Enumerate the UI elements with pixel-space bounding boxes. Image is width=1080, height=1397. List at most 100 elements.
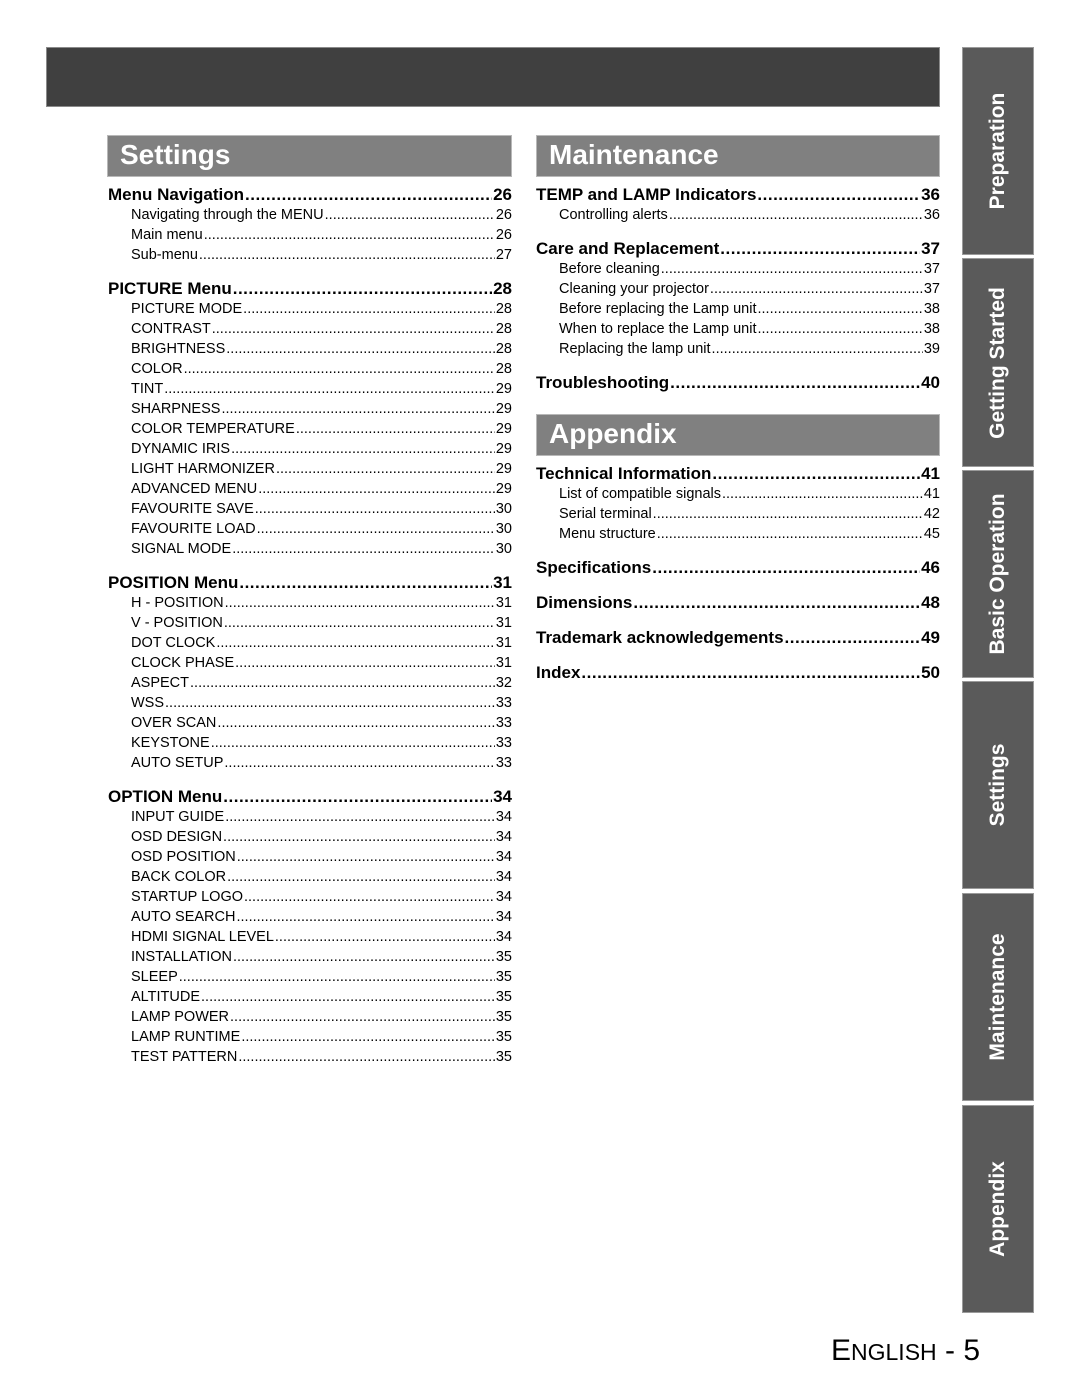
toc-entry-minor[interactable]: V - POSITION 31 bbox=[108, 613, 512, 633]
toc-entry-minor[interactable]: Controlling alerts 36 bbox=[536, 205, 940, 225]
toc-entry-minor[interactable]: INSTALLATION 35 bbox=[108, 947, 512, 967]
dot-leader bbox=[211, 733, 495, 753]
toc-entry-major[interactable]: Index 50 bbox=[536, 663, 940, 683]
side-tab-settings[interactable]: Settings bbox=[962, 681, 1034, 889]
side-tab-basic-operation[interactable]: Basic Operation bbox=[962, 470, 1034, 678]
toc-entry-minor[interactable]: FAVOURITE LOAD 30 bbox=[108, 519, 512, 539]
toc-entry-minor[interactable]: BRIGHTNESS 28 bbox=[108, 339, 512, 359]
toc-entry-minor[interactable]: Replacing the lamp unit 39 bbox=[536, 339, 940, 359]
toc-entry-major[interactable]: PICTURE Menu 28 bbox=[108, 279, 512, 299]
toc-entry-minor[interactable]: H - POSITION 31 bbox=[108, 593, 512, 613]
toc-entry-minor[interactable]: OSD DESIGN 34 bbox=[108, 827, 512, 847]
toc-entry-minor[interactable]: COLOR 28 bbox=[108, 359, 512, 379]
dot-leader bbox=[190, 673, 495, 693]
toc-entry-minor[interactable]: TEST PATTERN 35 bbox=[108, 1047, 512, 1067]
toc-entry-minor[interactable]: DYNAMIC IRIS 29 bbox=[108, 439, 512, 459]
toc-entry-minor[interactable]: DOT CLOCK 31 bbox=[108, 633, 512, 653]
toc-page-number: 28 bbox=[495, 301, 512, 317]
toc-entry-minor[interactable]: COLOR TEMPERATURE 29 bbox=[108, 419, 512, 439]
toc-entry-minor[interactable]: List of compatible signals 41 bbox=[536, 484, 940, 504]
toc-entry-minor[interactable]: ADVANCED MENU 29 bbox=[108, 479, 512, 499]
toc-entry-label: DYNAMIC IRIS bbox=[131, 441, 231, 457]
toc-entry-minor[interactable]: BACK COLOR 34 bbox=[108, 867, 512, 887]
toc-entry-minor[interactable]: Sub-menu 27 bbox=[108, 245, 512, 265]
toc-entry-minor[interactable]: OVER SCAN 33 bbox=[108, 713, 512, 733]
toc-page-number: 35 bbox=[495, 949, 512, 965]
toc-entry-minor[interactable]: CLOCK PHASE 31 bbox=[108, 653, 512, 673]
toc-entry-label: LAMP POWER bbox=[131, 1009, 230, 1025]
toc-page-number: 29 bbox=[495, 401, 512, 417]
toc-entry-label: CONTRAST bbox=[131, 321, 211, 337]
toc-entry-minor[interactable]: STARTUP LOGO 34 bbox=[108, 887, 512, 907]
side-tab-appendix[interactable]: Appendix bbox=[962, 1105, 1034, 1313]
toc-entry-major[interactable]: Troubleshooting 40 bbox=[536, 373, 940, 393]
dot-leader bbox=[179, 967, 495, 987]
toc-entry-major[interactable]: Technical Information 41 bbox=[536, 464, 940, 484]
toc-page-number: 28 bbox=[495, 321, 512, 337]
toc-entry-minor[interactable]: FAVOURITE SAVE 30 bbox=[108, 499, 512, 519]
dot-leader bbox=[233, 947, 495, 967]
toc-entry-title: Troubleshooting bbox=[536, 373, 670, 392]
toc-entry-minor[interactable]: TINT 29 bbox=[108, 379, 512, 399]
dot-leader bbox=[296, 419, 495, 439]
toc-entry-major[interactable]: Dimensions 48 bbox=[536, 593, 940, 613]
toc-entry-major[interactable]: OPTION Menu 34 bbox=[108, 787, 512, 807]
toc-entry-label: STARTUP LOGO bbox=[131, 889, 243, 905]
toc-entry-minor[interactable]: LAMP POWER 35 bbox=[108, 1007, 512, 1027]
dot-leader bbox=[239, 573, 492, 593]
dot-leader bbox=[670, 373, 920, 393]
toc-entry-major[interactable]: Care and Replacement 37 bbox=[536, 239, 940, 259]
dot-leader bbox=[199, 245, 495, 265]
toc-entry-minor[interactable]: Main menu 26 bbox=[108, 225, 512, 245]
toc-entry-major[interactable]: Specifications 46 bbox=[536, 558, 940, 578]
toc-page-number: 35 bbox=[495, 969, 512, 985]
dot-leader bbox=[224, 753, 494, 773]
toc-entry-minor[interactable]: Serial terminal 42 bbox=[536, 504, 940, 524]
toc-entry-minor[interactable]: ALTITUDE 35 bbox=[108, 987, 512, 1007]
toc-entry-major[interactable]: POSITION Menu 31 bbox=[108, 573, 512, 593]
toc-entry-minor[interactable]: Before cleaning 37 bbox=[536, 259, 940, 279]
toc-entry-label: COLOR TEMPERATURE bbox=[131, 421, 295, 437]
toc-entry-minor[interactable]: OSD POSITION 34 bbox=[108, 847, 512, 867]
toc-entry-minor[interactable]: INPUT GUIDE 34 bbox=[108, 807, 512, 827]
toc-entry-minor[interactable]: Menu structure 45 bbox=[536, 524, 940, 544]
toc-entry-minor[interactable]: SLEEP 35 bbox=[108, 967, 512, 987]
toc-page-number: 34 bbox=[495, 869, 512, 885]
toc-entry-major[interactable]: TEMP and LAMP Indicators 36 bbox=[536, 185, 940, 205]
side-tab-maintenance[interactable]: Maintenance bbox=[962, 893, 1034, 1101]
toc-entry-major[interactable]: Menu Navigation 26 bbox=[108, 185, 512, 205]
side-tab-preparation[interactable]: Preparation bbox=[962, 47, 1034, 255]
toc-entry-minor[interactable]: HDMI SIGNAL LEVEL 34 bbox=[108, 927, 512, 947]
toc-entry-minor[interactable]: AUTO SETUP 33 bbox=[108, 753, 512, 773]
toc-entry-minor[interactable]: SIGNAL MODE 30 bbox=[108, 539, 512, 559]
dot-leader bbox=[657, 524, 923, 544]
toc-page-number: 50 bbox=[921, 663, 940, 682]
dot-leader bbox=[233, 279, 492, 299]
toc-entry-minor[interactable]: Navigating through the MENU 26 bbox=[108, 205, 512, 225]
side-tab-getting-started[interactable]: Getting Started bbox=[962, 258, 1034, 467]
toc-entry-minor[interactable]: AUTO SEARCH 34 bbox=[108, 907, 512, 927]
dot-leader bbox=[722, 484, 923, 504]
toc-page-number: 34 bbox=[495, 909, 512, 925]
side-tab-label: Preparation bbox=[986, 92, 1009, 210]
toc-entry-minor[interactable]: CONTRAST 28 bbox=[108, 319, 512, 339]
toc-entry-minor[interactable]: PICTURE MODE 28 bbox=[108, 299, 512, 319]
toc-page-number: 49 bbox=[921, 628, 940, 647]
dot-leader bbox=[669, 205, 923, 225]
toc-entry-minor[interactable]: Before replacing the Lamp unit 38 bbox=[536, 299, 940, 319]
toc-entry-label: AUTO SETUP bbox=[131, 755, 224, 771]
toc-entry-minor[interactable]: ASPECT 32 bbox=[108, 673, 512, 693]
toc-page-number: 31 bbox=[495, 595, 512, 611]
toc-page-number: 30 bbox=[495, 541, 512, 557]
page-footer: ENGLISH - 5 bbox=[831, 1334, 980, 1368]
toc-entry-minor[interactable]: WSS 33 bbox=[108, 693, 512, 713]
toc-entry-minor[interactable]: SHARPNESS 29 bbox=[108, 399, 512, 419]
toc-entry-minor[interactable]: LIGHT HARMONIZER 29 bbox=[108, 459, 512, 479]
toc-entry-minor[interactable]: LAMP RUNTIME 35 bbox=[108, 1027, 512, 1047]
toc-entry-minor[interactable]: Cleaning your projector 37 bbox=[536, 279, 940, 299]
toc-page-number: 34 bbox=[495, 889, 512, 905]
toc-entry-minor[interactable]: When to replace the Lamp unit 38 bbox=[536, 319, 940, 339]
toc-entry-minor[interactable]: KEYSTONE 33 bbox=[108, 733, 512, 753]
toc-entry-major[interactable]: Trademark acknowledgements 49 bbox=[536, 628, 940, 648]
dot-leader bbox=[633, 593, 920, 613]
